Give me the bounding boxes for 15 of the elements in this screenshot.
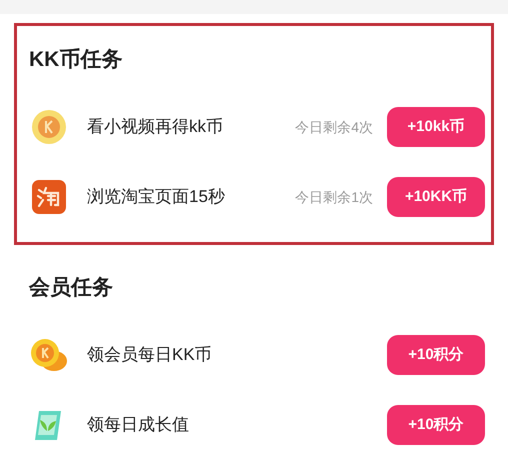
section-title: 会员任务	[29, 275, 114, 301]
reward-button[interactable]: +10KK币	[387, 177, 485, 217]
task-label: 浏览淘宝页面15秒	[87, 186, 225, 208]
remaining-count: 今日剩余4次	[295, 118, 373, 136]
reward-button[interactable]: +10积分	[387, 335, 485, 375]
task-label: 领会员每日KK币	[87, 344, 212, 366]
reward-button[interactable]: +10积分	[387, 405, 485, 445]
taobao-icon	[31, 179, 67, 215]
section-title: KK币任务	[29, 47, 124, 73]
remaining-count: 今日剩余1次	[295, 188, 373, 206]
reward-button[interactable]: +10kk币	[387, 107, 485, 147]
task-label: 看小视频再得kk币	[87, 116, 223, 138]
task-label: 领每日成长值	[87, 414, 189, 436]
coin-icon	[31, 109, 67, 145]
coins-icon	[30, 337, 68, 373]
